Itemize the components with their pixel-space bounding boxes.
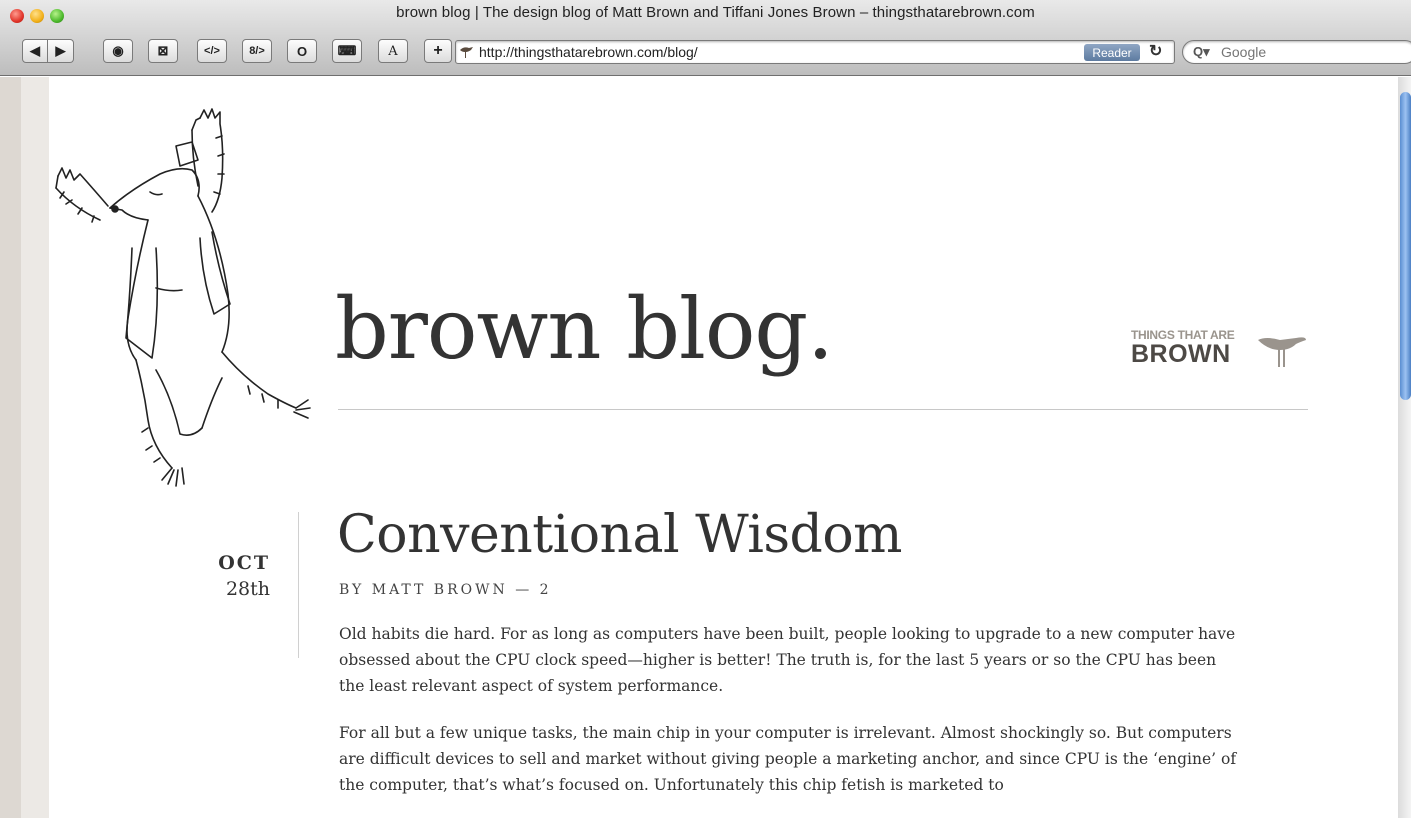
url-text: http://thingsthatarebrown.com/blog/ xyxy=(479,44,698,60)
record-button[interactable]: ◉ xyxy=(103,39,133,63)
search-field[interactable]: Q▾ xyxy=(1182,40,1411,64)
window-title: brown blog | The design blog of Matt Bro… xyxy=(396,4,1035,21)
circle-button[interactable]: O xyxy=(287,39,317,63)
post-byline: BY MATT BROWN — 2 xyxy=(339,582,552,598)
date-divider xyxy=(298,512,299,658)
post-date-day: 28th xyxy=(225,578,270,600)
font-button[interactable]: A xyxy=(378,39,408,63)
forward-button[interactable]: ▶ xyxy=(48,39,74,63)
blog-title[interactable]: brown blog. xyxy=(335,280,834,378)
search-input[interactable] xyxy=(1221,44,1401,60)
reload-icon[interactable]: ↻ xyxy=(1149,41,1162,61)
post-paragraph: For all but a few unique tasks, the main… xyxy=(339,724,1237,794)
things-that-are-brown-logo[interactable]: THINGS THAT ARE BROWN xyxy=(1131,328,1311,372)
edit-source-button[interactable]: 8/> xyxy=(242,39,272,63)
search-icon: Q▾ xyxy=(1193,44,1210,59)
keyboard-button[interactable]: ⌨ xyxy=(332,39,362,63)
post-paragraph: Old habits die hard. For as long as comp… xyxy=(339,625,1236,695)
address-bar[interactable]: http://thingsthatarebrown.com/blog/ xyxy=(455,40,1175,64)
dancing-bear-illustration xyxy=(55,108,311,487)
back-button[interactable]: ◀ xyxy=(22,39,48,63)
post-date-month: OCT xyxy=(218,552,270,574)
header-divider xyxy=(338,409,1308,410)
mail-button[interactable]: ⊠ xyxy=(148,39,178,63)
bird-logo-icon xyxy=(1258,337,1306,367)
scrollbar-thumb[interactable] xyxy=(1400,92,1411,400)
post-title[interactable]: Conventional Wisdom xyxy=(337,505,902,565)
add-bookmark-button[interactable]: + xyxy=(424,39,452,63)
reader-button[interactable]: Reader xyxy=(1084,44,1140,61)
view-source-button[interactable]: </> xyxy=(197,39,227,63)
page-left-margin xyxy=(0,77,49,818)
logo-big-text: BROWN xyxy=(1131,340,1231,368)
post-body: Old habits die hard. For as long as comp… xyxy=(339,621,1239,818)
window-titlebar: brown blog | The design blog of Matt Bro… xyxy=(0,0,1411,76)
site-favicon-icon xyxy=(460,47,473,58)
